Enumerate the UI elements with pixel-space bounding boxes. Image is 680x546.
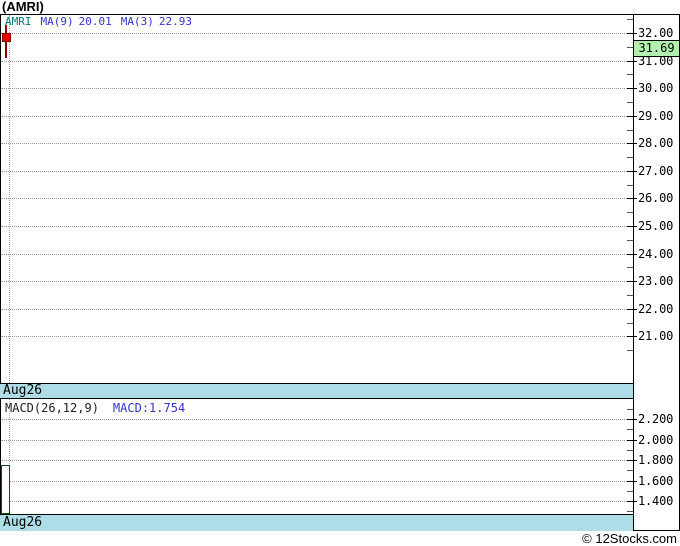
stock-chart-widget: (AMRI) 32.00 31.00 30.00 29.00 28.00 27.00 26.…: [0, 0, 680, 546]
date-label: Aug26: [3, 383, 43, 398]
price-legend: AMRI MA(9) 20.01 MA(3) 22.93: [5, 16, 192, 28]
macd-legend-label: MACD(26,12,9): [5, 401, 99, 415]
legend-symbol: AMRI: [5, 15, 32, 28]
legend-ma3-label: MA(3): [120, 15, 154, 28]
macd-legend: MACD(26,12,9) MACD:1.754: [5, 402, 185, 415]
legend-ma3-value: 22.93: [158, 15, 192, 28]
page-title: (AMRI): [2, 0, 44, 14]
legend-ma9-label: MA(9): [40, 15, 74, 28]
legend-ma9-value: 20.01: [78, 15, 112, 28]
last-price-badge: 31.69: [633, 40, 680, 57]
site-credit: © 12Stocks.com: [582, 531, 677, 546]
date-axis-bar-price: Aug26: [0, 383, 633, 399]
date-label: Aug26: [3, 515, 43, 530]
date-gridline-macd: [9, 399, 10, 514]
macd-legend-value: MACD:1.754: [112, 401, 186, 415]
chart-frame: [0, 14, 680, 531]
y-axis-line: [633, 14, 634, 531]
date-axis-bar-macd: Aug26: [0, 514, 633, 531]
date-gridline-price: [9, 15, 10, 383]
